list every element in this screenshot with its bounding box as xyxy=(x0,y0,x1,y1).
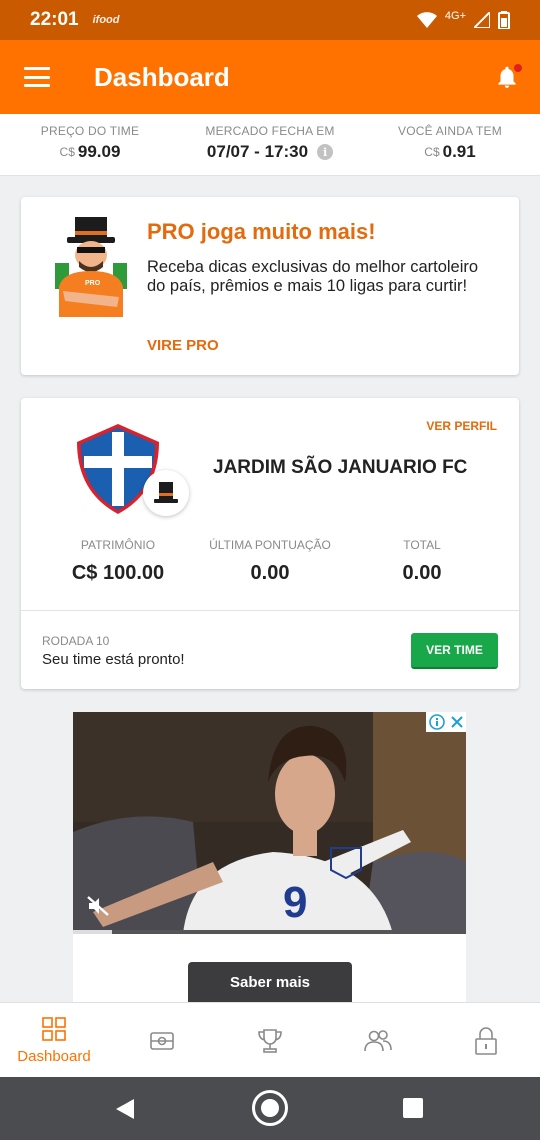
home-icon[interactable] xyxy=(251,1089,289,1127)
svg-text:PRO: PRO xyxy=(85,280,101,287)
pro-mascot-image: PRO xyxy=(55,217,127,317)
stat-label: MERCADO FECHA EM xyxy=(205,124,335,138)
ad-progress-bar xyxy=(73,930,466,934)
learn-more-button[interactable]: Saber mais xyxy=(188,962,352,1002)
muted-speaker-icon[interactable] xyxy=(87,896,109,916)
currency: C$ xyxy=(424,145,440,159)
page-title: Dashboard xyxy=(94,61,230,92)
nav-field[interactable] xyxy=(108,1003,216,1078)
nav-locked[interactable] xyxy=(432,1003,540,1078)
trophy-icon xyxy=(258,1028,282,1053)
round-status: Seu time está pronto! xyxy=(42,651,185,668)
notifications-button[interactable] xyxy=(494,63,523,90)
team-stat-label: PATRIMÔNIO xyxy=(80,538,156,552)
round-label: RODADA 10 xyxy=(42,634,110,648)
nav-label: Dashboard xyxy=(17,1048,91,1065)
bottom-navigation: Dashboard xyxy=(0,1002,540,1077)
team-stat-last-score: ÚLTIMA PONTUAÇÃO 0.00 xyxy=(194,538,346,585)
menu-icon[interactable] xyxy=(24,67,50,87)
view-team-button[interactable]: VER TIME xyxy=(411,633,498,669)
status-icons: 4G+ xyxy=(416,10,510,29)
recents-icon[interactable] xyxy=(402,1097,424,1119)
advertisement[interactable]: 9 Saber mais xyxy=(73,712,466,1002)
stat-label: VOCÊ AINDA TEM xyxy=(398,124,502,138)
team-stat-label: TOTAL xyxy=(403,538,441,552)
ifood-notification-icon: ifood xyxy=(92,14,120,26)
stat-value: 99.09 xyxy=(77,142,121,161)
team-stat-label: ÚLTIMA PONTUAÇÃO xyxy=(209,538,331,552)
dashboard-icon xyxy=(42,1017,66,1041)
team-stat-value: 0.00 xyxy=(402,562,442,584)
pro-badge xyxy=(143,470,189,516)
team-price-stat: PREÇO DO TIME C$ 99.09 xyxy=(0,114,180,175)
lock-icon xyxy=(475,1026,497,1055)
pro-promo-card: PRO PRO joga muito mais! Receba dicas ex… xyxy=(21,197,519,375)
people-icon xyxy=(364,1029,392,1051)
ad-video-frame: 9 xyxy=(73,712,466,934)
stat-value: 0.91 xyxy=(442,142,476,161)
team-stats: PATRIMÔNIO C$ 100.00 ÚLTIMA PONTUAÇÃO 0.… xyxy=(21,538,519,585)
vire-pro-link[interactable]: VIRE PRO xyxy=(147,337,219,354)
team-name: JARDIM SÃO JANUARIO FC xyxy=(213,457,468,478)
market-close-stat: MERCADO FECHA EM 07/07 - 17:30 i xyxy=(180,114,360,175)
team-card: VER PERFIL JARDIM SÃO JANUARIO FC PATRIM… xyxy=(21,398,519,689)
app-bar: Dashboard xyxy=(0,40,540,114)
notification-dot xyxy=(513,63,523,73)
team-stat-value: 0.00 xyxy=(250,562,290,584)
divider xyxy=(21,610,519,611)
jersey-number: 9 xyxy=(283,878,307,927)
info-icon[interactable]: i xyxy=(317,144,334,160)
team-stat-assets: PATRIMÔNIO C$ 100.00 xyxy=(42,538,194,585)
nav-leagues[interactable] xyxy=(216,1003,324,1078)
status-bar: 22:01 ifood 4G+ xyxy=(0,0,540,40)
remaining-budget-stat: VOCÊ AINDA TEM C$ 0.91 xyxy=(360,114,540,175)
ad-info-icon[interactable] xyxy=(429,714,445,730)
ad-video[interactable]: 9 xyxy=(73,712,466,934)
promo-title: PRO joga muito mais! xyxy=(147,219,376,244)
stat-value: 07/07 - 17:30 xyxy=(206,142,309,161)
status-time: 22:01 xyxy=(30,9,79,30)
ad-close-icon[interactable] xyxy=(451,716,463,728)
top-hat-icon xyxy=(154,482,178,503)
market-stats: PREÇO DO TIME C$ 99.09 MERCADO FECHA EM … xyxy=(0,114,540,176)
currency: C$ xyxy=(59,145,75,159)
nav-friends[interactable] xyxy=(324,1003,432,1078)
ad-choices[interactable] xyxy=(426,712,466,732)
back-icon[interactable] xyxy=(114,1098,136,1120)
ad-progress-fill xyxy=(73,930,113,934)
network-type: 4G+ xyxy=(444,10,466,22)
wifi-icon xyxy=(416,12,437,28)
view-profile-link[interactable]: VER PERFIL xyxy=(426,419,497,433)
system-navigation-bar xyxy=(0,1077,540,1140)
team-stat-value: C$ 100.00 xyxy=(71,562,165,584)
team-stat-total: TOTAL 0.00 xyxy=(346,538,498,585)
nav-dashboard[interactable]: Dashboard xyxy=(0,1003,108,1078)
stat-label: PREÇO DO TIME xyxy=(40,124,140,138)
signal-icon xyxy=(474,12,490,28)
field-icon xyxy=(150,1031,174,1050)
battery-icon xyxy=(498,11,510,29)
promo-description: Receba dicas exclusivas do melhor cartol… xyxy=(147,258,479,295)
